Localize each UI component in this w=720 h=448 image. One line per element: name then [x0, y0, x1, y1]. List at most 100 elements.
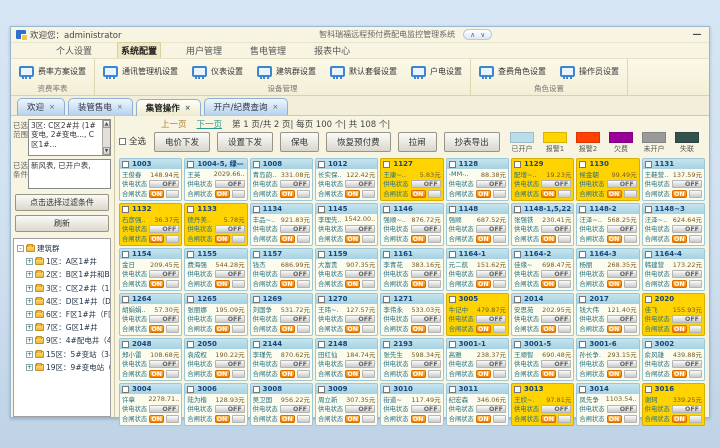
card-checkbox[interactable] — [122, 341, 129, 348]
gate-status-toggle[interactable]: ON — [215, 370, 230, 378]
expand-icon[interactable]: + — [26, 271, 33, 278]
card-checkbox[interactable] — [253, 386, 260, 393]
gate-status-toggle[interactable]: ON — [411, 235, 426, 243]
card-checkbox[interactable] — [122, 251, 129, 258]
card-checkbox[interactable] — [449, 161, 456, 168]
meter-card[interactable]: 3004许章2278.71..供电状态OFF合闸状态ON — [119, 383, 182, 426]
supply-status-toggle[interactable]: OFF — [215, 405, 245, 413]
supply-status-toggle[interactable]: OFF — [280, 405, 310, 413]
menu-item-报表中心[interactable]: 报表中心 — [311, 43, 353, 58]
supply-status-toggle[interactable]: OFF — [672, 405, 702, 413]
card-checkbox[interactable] — [187, 206, 194, 213]
supply-status-toggle[interactable]: OFF — [345, 360, 375, 368]
supply-status-toggle[interactable]: OFF — [149, 270, 179, 278]
meter-card[interactable]: 1127王康~..5.83元供电状态OFF合闸状态ON — [380, 158, 443, 201]
card-checkbox[interactable] — [318, 386, 325, 393]
meter-card[interactable]: 3010街道~117.49元供电状态OFF合闸状态ON — [380, 383, 443, 426]
card-checkbox[interactable] — [187, 296, 194, 303]
gate-status-toggle[interactable]: ON — [541, 235, 556, 243]
supply-status-toggle[interactable]: OFF — [607, 270, 637, 278]
meter-card[interactable]: 1265张丽娜195.09元供电状态OFF合闸状态ON — [184, 293, 247, 336]
gate-status-toggle[interactable]: ON — [345, 190, 360, 198]
meter-card[interactable]: 3013王欣~.97.81元供电状态OFF合闸状态ON — [511, 383, 574, 426]
card-checkbox[interactable] — [253, 296, 260, 303]
refresh-button[interactable]: 刷新 — [15, 215, 109, 232]
card-checkbox[interactable] — [514, 386, 521, 393]
supply-status-toggle[interactable]: OFF — [215, 225, 245, 233]
card-checkbox[interactable] — [253, 206, 260, 213]
supply-status-toggle[interactable]: OFF — [476, 225, 506, 233]
supply-status-toggle[interactable]: OFF — [149, 180, 179, 188]
gate-status-toggle[interactable]: ON — [149, 190, 164, 198]
gate-status-toggle[interactable]: ON — [541, 190, 556, 198]
gate-status-toggle[interactable]: ON — [541, 280, 556, 288]
expand-icon[interactable]: + — [26, 337, 33, 344]
card-checkbox[interactable] — [318, 251, 325, 258]
supply-status-toggle[interactable]: OFF — [411, 270, 441, 278]
card-checkbox[interactable] — [449, 296, 456, 303]
meter-card[interactable]: 3008吴卫国956.22元供电状态OFF合闸状态ON — [250, 383, 313, 426]
gate-status-toggle[interactable]: ON — [672, 370, 687, 378]
meter-card[interactable]: 1004-5, 绿—王英2029.66..供电状态OFF合闸状态ON — [184, 158, 247, 201]
gate-status-toggle[interactable]: ON — [411, 325, 426, 333]
gate-status-toggle[interactable]: ON — [149, 415, 164, 423]
card-checkbox[interactable] — [579, 341, 586, 348]
meter-card[interactable]: 1130候金朝99.49元供电状态OFF合闸状态ON — [576, 158, 639, 201]
supply-status-toggle[interactable]: OFF — [607, 225, 637, 233]
meter-card[interactable]: 3011纪宏森346.06元供电状态OFF合闸状态ON — [446, 383, 509, 426]
card-checkbox[interactable] — [253, 251, 260, 258]
card-checkbox[interactable] — [645, 206, 652, 213]
tree-node[interactable]: +3区：C区2#井（1# — [17, 282, 109, 295]
meter-card[interactable]: 1164-3杨丽268.35元供电状态OFF合闸状态ON — [576, 248, 639, 291]
ribbon-button-查费角色设置[interactable]: 查费角色设置 — [479, 66, 546, 77]
prev-page-link[interactable]: 上一页 — [161, 118, 187, 130]
expand-icon[interactable]: + — [26, 298, 33, 305]
select-filter-button[interactable]: 点击选择过滤条件 — [15, 194, 109, 211]
meter-card[interactable]: 3014凤先争1103.54..供电状态OFF合闸状态ON — [576, 383, 639, 426]
close-icon[interactable]: × — [185, 104, 191, 112]
card-checkbox[interactable] — [579, 386, 586, 393]
gate-status-toggle[interactable]: ON — [672, 280, 687, 288]
collapse-icon[interactable]: - — [17, 245, 24, 252]
supply-status-toggle[interactable]: OFF — [149, 405, 179, 413]
meter-card[interactable]: 1164-2佳缘~698.47元供电状态OFF合闸状态ON — [511, 248, 574, 291]
supply-status-toggle[interactable]: OFF — [607, 360, 637, 368]
tab-开户/纪费查询[interactable]: 开户/纪费查询× — [204, 98, 289, 115]
tree-root[interactable]: - 建筑群 — [17, 242, 109, 255]
menu-item-个人设置[interactable]: 个人设置 — [53, 43, 95, 58]
meter-card[interactable]: 1131王鞋营..137.59元供电状态OFF合闸状态ON — [642, 158, 705, 201]
action-button-抄表导出[interactable]: 抄表导出 — [444, 132, 500, 152]
card-checkbox[interactable] — [579, 296, 586, 303]
range-scrollbar[interactable]: ▲ ▼ — [102, 120, 110, 155]
meter-card[interactable]: 1148-1,5,22张强铁230.41元供电状态OFF合闸状态ON — [511, 203, 574, 246]
supply-status-toggle[interactable]: OFF — [607, 180, 637, 188]
card-checkbox[interactable] — [514, 161, 521, 168]
meter-card[interactable]: 3001-6孙长争.293.15元供电状态OFF合闸状态ON — [576, 338, 639, 381]
meter-card[interactable]: 1270王玮~.127.57元供电状态OFF合闸状态ON — [315, 293, 378, 336]
gate-status-toggle[interactable]: ON — [215, 190, 230, 198]
meter-card[interactable]: 3002俞风雄439.88元供电状态OFF合闸状态ON — [642, 338, 705, 381]
tree-node[interactable]: +7区：G区1#井 — [17, 321, 109, 334]
supply-status-toggle[interactable]: OFF — [345, 405, 375, 413]
expand-icon[interactable]: + — [26, 311, 33, 318]
expand-icon[interactable]: + — [26, 351, 33, 358]
card-checkbox[interactable] — [645, 251, 652, 258]
tree-node[interactable]: +2区：B区1#井和B区1 — [17, 268, 109, 281]
menu-item-用户管理[interactable]: 用户管理 — [183, 43, 225, 58]
card-checkbox[interactable] — [122, 386, 129, 393]
gate-status-toggle[interactable]: ON — [345, 325, 360, 333]
meter-card[interactable]: 1008青岛韵..331.08元供电状态OFF合闸状态ON — [250, 158, 313, 201]
select-all[interactable]: 全选 — [119, 132, 146, 147]
supply-status-toggle[interactable]: OFF — [541, 360, 571, 368]
ribbon-button-操作员设置[interactable]: 操作员设置 — [560, 66, 619, 77]
gate-status-toggle[interactable]: ON — [607, 190, 622, 198]
supply-status-toggle[interactable]: OFF — [345, 180, 375, 188]
gate-status-toggle[interactable]: ON — [215, 415, 230, 423]
meter-card[interactable]: 2017钱大伟121.40元供电状态OFF合闸状态ON — [576, 293, 639, 336]
supply-status-toggle[interactable]: OFF — [411, 360, 441, 368]
card-checkbox[interactable] — [187, 251, 194, 258]
supply-status-toggle[interactable]: OFF — [280, 360, 310, 368]
supply-status-toggle[interactable]: OFF — [215, 315, 245, 323]
gate-status-toggle[interactable]: ON — [345, 280, 360, 288]
tree-node[interactable]: +4区：D区1#井（D区 — [17, 295, 109, 308]
